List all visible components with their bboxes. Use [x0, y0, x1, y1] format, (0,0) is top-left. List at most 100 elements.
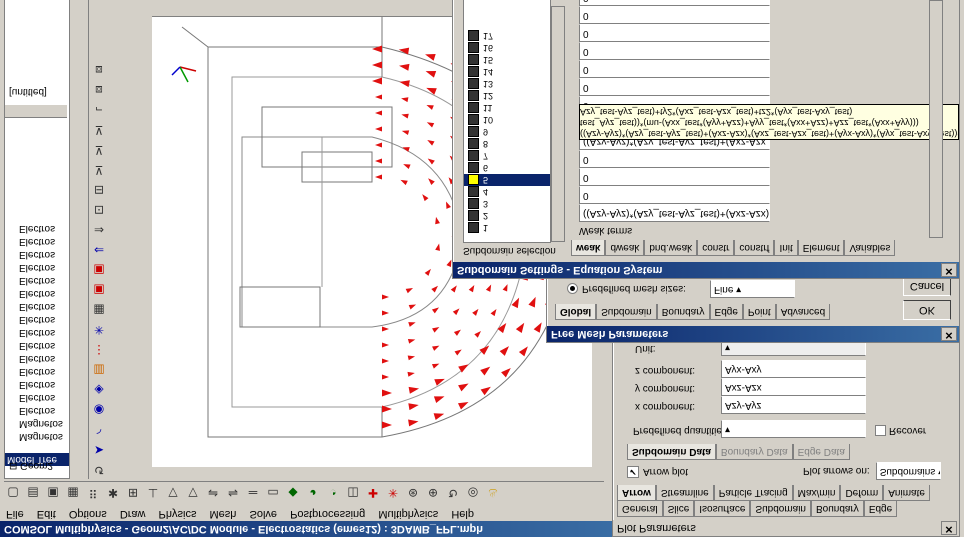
view-cube-b-icon[interactable]: ⧈ [90, 61, 108, 79]
weak-term-field-12[interactable]: 0 [579, 0, 770, 6]
menu-multiphysics[interactable]: Multiphysics [378, 508, 438, 520]
subdomain-1[interactable]: 1 [464, 222, 550, 234]
menu-help[interactable]: Help [451, 508, 474, 520]
tab-init[interactable]: Init [774, 240, 798, 256]
tree-item-magnetos-1[interactable]: Magnetos [5, 430, 69, 443]
plot-parameters-close-icon[interactable]: ✕ [941, 521, 957, 535]
menu-mesh[interactable]: Mesh [210, 508, 237, 520]
view-xz-icon[interactable]: ⊻ [90, 141, 108, 159]
predefined-mesh-select[interactable]: Fine ▾ [709, 280, 795, 298]
tab-edge-data[interactable]: Edge Data [792, 444, 850, 460]
arrow-plot-checkbox[interactable]: ✔ [627, 466, 639, 478]
boundary-mode-icon[interactable]: ▽ [164, 484, 182, 502]
subdomain-6[interactable]: 6 [464, 162, 550, 174]
axes-icon[interactable]: ⊥ [144, 484, 162, 502]
tab-bnd-weak[interactable]: bnd.weak [644, 240, 698, 256]
tree-root-geom2[interactable]: ⊟ Geom2 [7, 459, 53, 472]
menu-draw[interactable]: Draw [120, 508, 146, 520]
subdomain-11[interactable]: 11 [464, 102, 550, 114]
tab-streamline[interactable]: Streamline [655, 485, 714, 501]
tab-boundary-data[interactable]: Boundary Data [715, 444, 793, 460]
open-file-icon[interactable]: ▤ [24, 484, 42, 502]
mesh-refine-icon[interactable]: ◆ [284, 484, 302, 502]
tree-item-electros-15[interactable]: Electros [5, 222, 69, 235]
x-component-input[interactable]: Azy-Ayz [721, 396, 866, 414]
model-navigator-icon[interactable]: ⠿ [84, 484, 102, 502]
tab-mesh-edge[interactable]: Edge [709, 304, 743, 320]
draw-block-icon[interactable]: ▥ [90, 361, 108, 379]
subdomain-list[interactable]: 1 2 3 4 5 6 7 8 9 10 11 12 13 14 15 16 1… [463, 0, 551, 243]
subdomain-17[interactable]: 17 [464, 30, 550, 42]
view-zx-icon[interactable]: ⊻ [90, 121, 108, 139]
draw-cross-icon[interactable]: ✳ [90, 321, 108, 339]
tree-item-electros-14[interactable]: Electros [5, 235, 69, 248]
tree-item-electros-13[interactable]: Electros [5, 248, 69, 261]
tree-item-electros-5[interactable]: Electros [5, 352, 69, 365]
weak-term-field-2[interactable]: 0 [579, 186, 770, 204]
tab-mesh-boundary[interactable]: Boundary [656, 304, 710, 320]
draw-cone-icon[interactable]: ◈ [90, 381, 108, 399]
tree-item-electros-1[interactable]: Electros [5, 404, 69, 417]
tab-slice[interactable]: Slice [662, 501, 695, 517]
draw-grid-icon[interactable]: ⋮ [90, 341, 108, 359]
tab-subdomain[interactable]: Subdomain [750, 501, 811, 517]
tab-edge[interactable]: Edge [863, 501, 898, 517]
tab-particle-tracing[interactable]: Particle Tracing [713, 485, 793, 501]
subdomain-list-scrollbar[interactable] [551, 6, 565, 242]
tab-maxmin[interactable]: Max/min [792, 485, 841, 501]
tab-boundary[interactable]: Boundary [811, 501, 864, 517]
tree-item-electros-10[interactable]: Electros [5, 287, 69, 300]
menu-options[interactable]: Options [69, 508, 107, 520]
weak-term-field-11[interactable]: 0 [579, 6, 770, 24]
menu-physics[interactable]: Physics [159, 508, 197, 520]
weak-term-field-9[interactable]: 0 [579, 42, 770, 60]
tab-animate[interactable]: Animate [883, 485, 930, 501]
tree-item-electros-11[interactable]: Electros [5, 274, 69, 287]
tree-item-electros-6[interactable]: Electros [5, 339, 69, 352]
zoom-icon[interactable]: ⊕ [424, 484, 442, 502]
view-cube-a-icon[interactable]: ⧈ [90, 81, 108, 99]
tab-isosurface[interactable]: Isosurface [694, 501, 751, 517]
new-file-icon[interactable]: ▢ [4, 484, 22, 502]
tree-item-electros-9[interactable]: Electros [5, 300, 69, 313]
weak-term-field-1[interactable]: ((Azy-Ayz)*(Azy_test-Ayz_test)+(Axz-Azx)… [579, 204, 770, 222]
select-icon[interactable]: ⊞ [124, 484, 142, 502]
draw-move-icon[interactable]: ➤ [90, 441, 108, 459]
subdomain-8[interactable]: 8 [464, 138, 550, 150]
weak-terms-scrollbar[interactable] [929, 0, 943, 238]
tree-item-electros-7[interactable]: Electros [5, 326, 69, 339]
tab-deform[interactable]: Deform [840, 485, 884, 501]
plot-arrows-on-select[interactable]: Subdomains ▾ [875, 462, 941, 480]
predefined-mesh-radio[interactable] [567, 283, 578, 295]
draw-cube1-icon[interactable]: ▣ [90, 281, 108, 299]
tree-item-electros-2[interactable]: Electros [5, 391, 69, 404]
menu-edit[interactable]: Edit [37, 508, 56, 520]
weak-term-field-7[interactable]: 0 [579, 78, 770, 96]
view-yx-icon[interactable]: ⊻ [90, 161, 108, 179]
view-corner-icon[interactable]: ⌐ [90, 101, 108, 119]
solver-params-icon[interactable]: ◫ [344, 484, 362, 502]
menu-postprocessing[interactable]: Postprocessing [290, 508, 365, 520]
subdomain-3[interactable]: 3 [464, 198, 550, 210]
subdomain-2[interactable]: 2 [464, 210, 550, 222]
restart-icon[interactable]: ◔ [324, 484, 342, 502]
tree-item-magnetos-2[interactable]: Magnetos [5, 417, 69, 430]
y-component-input[interactable]: Axz-Azx [721, 378, 866, 396]
draw-box-icon[interactable]: ⊡ [90, 201, 108, 219]
draw-globe-icon[interactable]: ◉ [90, 401, 108, 419]
tab-mesh-point[interactable]: Point [742, 304, 776, 320]
draw-arc-icon[interactable]: ◝ [90, 421, 108, 439]
point-mode-icon[interactable]: ⇋ [224, 484, 242, 502]
subdomain-9[interactable]: 9 [464, 126, 550, 138]
z-component-input[interactable]: Ayx-Axy [721, 360, 866, 378]
weak-term-field-3[interactable]: 0 [579, 168, 770, 186]
subdomain-4[interactable]: 4 [464, 186, 550, 198]
tab-variables[interactable]: Variables [844, 240, 896, 256]
tab-element[interactable]: Element [797, 240, 845, 256]
weak-term-field-10[interactable]: 0 [579, 24, 770, 42]
rotate-icon[interactable]: ↻ [444, 484, 462, 502]
draw-arrow-left-icon[interactable]: ⇐ [90, 241, 108, 259]
tab-constrf[interactable]: constrf [734, 240, 775, 256]
draw-arrow-right-icon[interactable]: ⇒ [90, 221, 108, 239]
subdomain-14[interactable]: 14 [464, 66, 550, 78]
